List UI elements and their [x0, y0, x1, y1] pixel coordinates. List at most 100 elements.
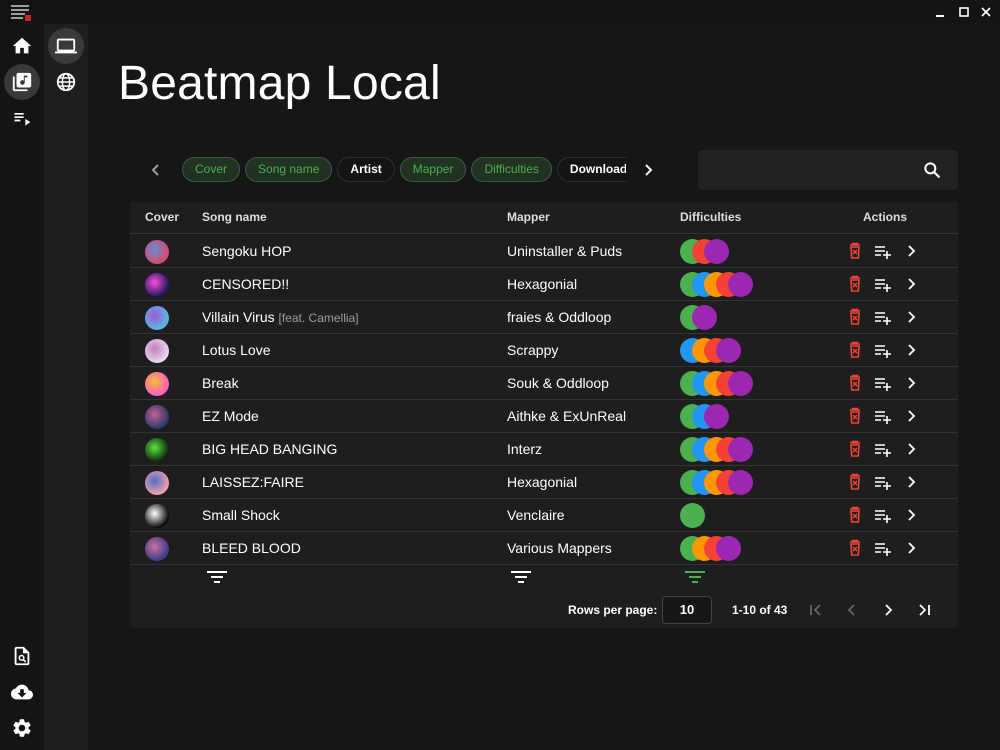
cover-image[interactable]: [145, 504, 169, 528]
difficulties-filter-icon[interactable]: [684, 570, 706, 584]
header-cover[interactable]: Cover: [145, 210, 179, 224]
add-to-playlist-button[interactable]: [874, 275, 892, 293]
song-title: EZ Mode: [202, 408, 259, 424]
table-row[interactable]: Lotus Love Scrappy: [130, 334, 958, 367]
first-page-button[interactable]: [806, 600, 826, 620]
delete-button[interactable]: [846, 539, 864, 557]
difficulty-dot: [728, 437, 753, 462]
last-page-button[interactable]: [914, 600, 934, 620]
nav-home-button[interactable]: [4, 28, 40, 64]
delete-button[interactable]: [846, 407, 864, 425]
nav-settings-button[interactable]: [4, 710, 40, 746]
column-chip[interactable]: Mapper: [399, 157, 467, 182]
table-row[interactable]: EZ Mode Aithke & ExUnReal: [130, 400, 958, 433]
nav-playlists-button[interactable]: [4, 100, 40, 136]
song-name-cell: Small Shock: [202, 507, 280, 523]
header-difficulties[interactable]: Difficulties: [680, 210, 741, 224]
cover-image[interactable]: [145, 306, 169, 330]
song-name-cell: Break: [202, 375, 239, 391]
song-title: CENSORED!!: [202, 276, 290, 292]
table-row[interactable]: BLEED BLOOD Various Mappers: [130, 532, 958, 565]
column-chip[interactable]: Difficulties: [471, 157, 552, 182]
cover-image[interactable]: [145, 273, 169, 297]
search-input[interactable]: [710, 158, 910, 182]
playlist-add-icon: [875, 543, 891, 556]
details-button[interactable]: [902, 242, 920, 260]
table-row[interactable]: BIG HEAD BANGING Interz: [130, 433, 958, 466]
song-title: Small Shock: [202, 507, 280, 523]
close-button[interactable]: [972, 0, 1000, 24]
add-to-playlist-button[interactable]: [874, 539, 892, 557]
song-name-cell: LAISSEZ:FAIRE: [202, 474, 304, 490]
details-button[interactable]: [902, 341, 920, 359]
header-actions: Actions: [863, 210, 908, 224]
previous-page-button[interactable]: [842, 600, 862, 620]
table-row[interactable]: LAISSEZ:FAIRE Hexagonial: [130, 466, 958, 499]
chips-scroll-right-button[interactable]: [636, 158, 660, 182]
cover-image[interactable]: [145, 471, 169, 495]
table-row[interactable]: CENSORED!! Hexagonial: [130, 268, 958, 301]
nav-file-search-button[interactable]: [4, 638, 40, 674]
add-to-playlist-button[interactable]: [874, 341, 892, 359]
add-to-playlist-button[interactable]: [874, 506, 892, 524]
table-row[interactable]: Villain Virus [feat. Camellia] fraies & O…: [130, 301, 958, 334]
mapper-filter-icon[interactable]: [510, 570, 532, 584]
beatmap-table: Cover Song name Mapper Difficulties Acti…: [130, 202, 958, 628]
column-chip[interactable]: Downloads: [556, 157, 626, 182]
add-to-playlist-button[interactable]: [874, 440, 892, 458]
header-song-name[interactable]: Song name: [202, 210, 267, 224]
playlist-add-icon: [875, 246, 891, 259]
cover-image[interactable]: [145, 339, 169, 363]
delete-button[interactable]: [846, 308, 864, 326]
column-chip[interactable]: Cover: [182, 157, 241, 182]
details-button[interactable]: [902, 440, 920, 458]
chips-scroll-left-button[interactable]: [144, 158, 168, 182]
column-chip[interactable]: Artist: [337, 157, 395, 182]
delete-button[interactable]: [846, 374, 864, 392]
online-maps-button[interactable]: [48, 64, 84, 100]
chevron-right-icon: [645, 164, 653, 176]
delete-button[interactable]: [846, 440, 864, 458]
table-row[interactable]: Sengoku HOP Uninstaller & Puds: [130, 235, 958, 268]
cover-image[interactable]: [145, 537, 169, 561]
details-button[interactable]: [902, 539, 920, 557]
add-to-playlist-button[interactable]: [874, 473, 892, 491]
rows-per-page-select[interactable]: 10: [662, 596, 712, 624]
cover-image[interactable]: [145, 372, 169, 396]
delete-button[interactable]: [846, 341, 864, 359]
mapper-cell: Uninstaller & Puds: [507, 243, 623, 259]
details-button[interactable]: [902, 407, 920, 425]
details-button[interactable]: [902, 308, 920, 326]
playlist-add-icon: [875, 378, 891, 391]
cover-image[interactable]: [145, 438, 169, 462]
table-row[interactable]: Break Souk & Oddloop: [130, 367, 958, 400]
cover-image[interactable]: [145, 240, 169, 264]
nav-library-button[interactable]: [4, 64, 40, 100]
cover-image[interactable]: [145, 405, 169, 429]
next-page-button[interactable]: [878, 600, 898, 620]
details-button[interactable]: [902, 374, 920, 392]
local-maps-button[interactable]: [48, 28, 84, 64]
details-button[interactable]: [902, 506, 920, 524]
add-to-playlist-button[interactable]: [874, 407, 892, 425]
column-chip[interactable]: Song name: [245, 157, 333, 182]
song-title: BLEED BLOOD: [202, 540, 301, 556]
details-button[interactable]: [902, 275, 920, 293]
song-filter-icon[interactable]: [206, 570, 228, 584]
song-title: LAISSEZ:FAIRE: [202, 474, 304, 490]
add-to-playlist-button[interactable]: [874, 374, 892, 392]
delete-icon: [850, 275, 860, 292]
details-button[interactable]: [902, 473, 920, 491]
nav-downloads-button[interactable]: [4, 674, 40, 710]
add-to-playlist-button[interactable]: [874, 308, 892, 326]
title-bar: [0, 0, 1000, 24]
search-icon[interactable]: [922, 160, 942, 180]
delete-button[interactable]: [846, 473, 864, 491]
delete-button[interactable]: [846, 275, 864, 293]
add-to-playlist-button[interactable]: [874, 242, 892, 260]
minimize-icon: [936, 15, 944, 17]
table-row[interactable]: Small Shock Venclaire: [130, 499, 958, 532]
delete-button[interactable]: [846, 242, 864, 260]
delete-button[interactable]: [846, 506, 864, 524]
header-mapper[interactable]: Mapper: [507, 210, 550, 224]
